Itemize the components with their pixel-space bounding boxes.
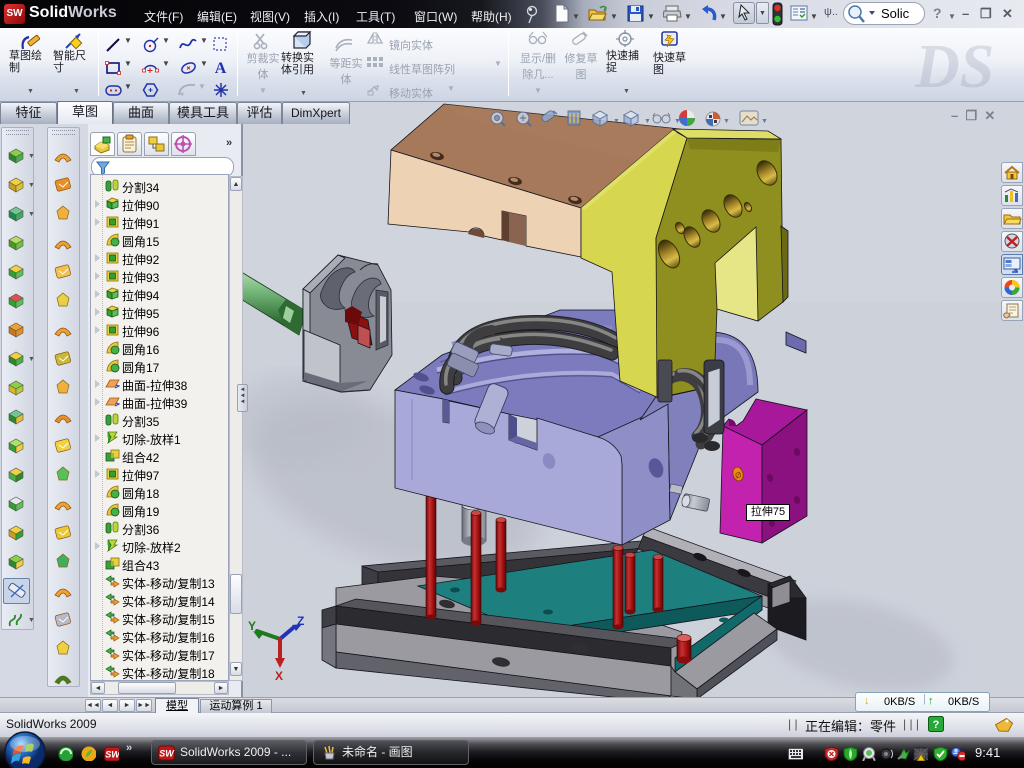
svg-text:▼: ▼ [674, 118, 681, 125]
svg-text:SW: SW [159, 749, 175, 759]
svg-text:A: A [215, 60, 227, 76]
svg-text:Z: Z [297, 614, 304, 628]
svg-text:SW: SW [105, 750, 119, 760]
svg-text:?: ? [933, 719, 940, 731]
svg-text:Y: Y [248, 619, 256, 633]
svg-text:▼: ▼ [723, 118, 730, 125]
svg-text:X: X [275, 669, 283, 683]
svg-text:▼: ▼ [761, 118, 768, 125]
svg-text:Solic: Solic [881, 6, 910, 21]
svg-text:▼: ▼ [644, 118, 651, 125]
svg-text:▼: ▼ [613, 118, 620, 125]
